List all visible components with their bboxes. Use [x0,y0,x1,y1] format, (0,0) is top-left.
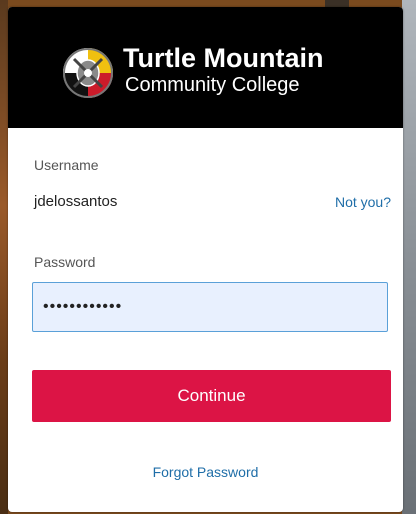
continue-button[interactable]: Continue [32,370,391,422]
not-you-link[interactable]: Not you? [335,193,391,211]
username-value: jdelossantos [34,193,118,210]
background-right [402,0,416,514]
password-field[interactable] [32,282,388,332]
password-label: Password [34,254,96,270]
login-card: Turtle Mountain Community College Userna… [8,7,403,512]
brand-subtitle: Community College [125,74,300,96]
forgot-password-link[interactable]: Forgot Password [8,463,403,481]
college-logo-icon [63,48,113,98]
brand-title: Turtle Mountain [123,43,324,73]
background-left [0,0,8,514]
brand-header: Turtle Mountain Community College [8,7,403,128]
username-label: Username [34,157,99,173]
